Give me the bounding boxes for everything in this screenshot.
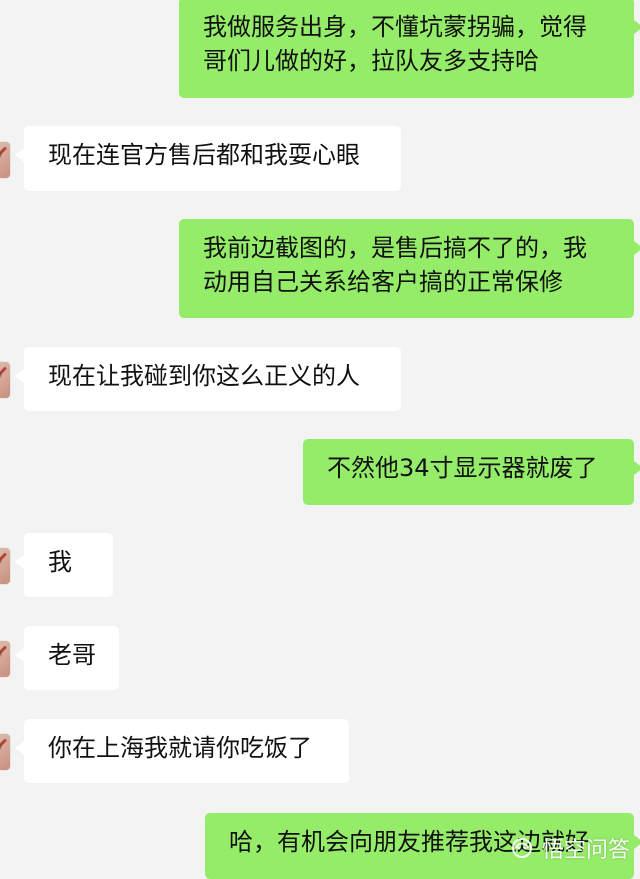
incoming-message-bubble[interactable]: 现在让我碰到你这么正义的人: [15, 347, 401, 411]
contact-avatar[interactable]: [0, 548, 10, 584]
incoming-message-bubble[interactable]: 现在连官方售后都和我耍心眼: [15, 126, 401, 191]
incoming-message-bubble[interactable]: 你在上海我就请你吃饭了: [15, 719, 349, 783]
message-text-line: 我前边截图的，是售后搞不了的，我: [203, 234, 587, 262]
message-text-line: 哥们儿做的好，拉队友多支持哈: [203, 47, 539, 75]
contact-avatar[interactable]: [0, 362, 10, 398]
message-text-line: 老哥: [48, 641, 96, 669]
message-text-line: 你在上海我就请你吃饭了: [48, 734, 312, 762]
message-text-line: 现在让我碰到你这么正义的人: [48, 362, 360, 390]
wukong-watermark: 悟空问答: [508, 832, 630, 864]
message-text-line: 动用自己关系给客户搞的正常保修: [203, 268, 563, 296]
message-text-line: 我做服务出身，不懂坑蒙拐骗，觉得: [203, 13, 587, 41]
watermark-text: 悟空问答: [541, 838, 630, 863]
contact-avatar[interactable]: [0, 641, 10, 677]
incoming-message-bubble[interactable]: 老哥: [15, 626, 119, 690]
incoming-message-bubble[interactable]: 我: [15, 533, 113, 597]
message-text-line: 我: [48, 548, 72, 576]
contact-avatar[interactable]: [0, 142, 10, 178]
wukong-logo-icon: [508, 836, 536, 860]
outgoing-message-bubble[interactable]: 不然他34寸显示器就废了: [303, 439, 640, 505]
outgoing-message-bubble[interactable]: 我前边截图的，是售后搞不了的，我 动用自己关系给客户搞的正常保修: [179, 219, 640, 318]
message-text-line: 不然他34寸显示器就废了: [327, 454, 598, 482]
outgoing-message-bubble[interactable]: 我做服务出身，不懂坑蒙拐骗，觉得 哥们儿做的好，拉队友多支持哈: [179, 0, 640, 98]
contact-avatar[interactable]: [0, 734, 10, 770]
message-text-line: 现在连官方售后都和我耍心眼: [48, 141, 360, 169]
